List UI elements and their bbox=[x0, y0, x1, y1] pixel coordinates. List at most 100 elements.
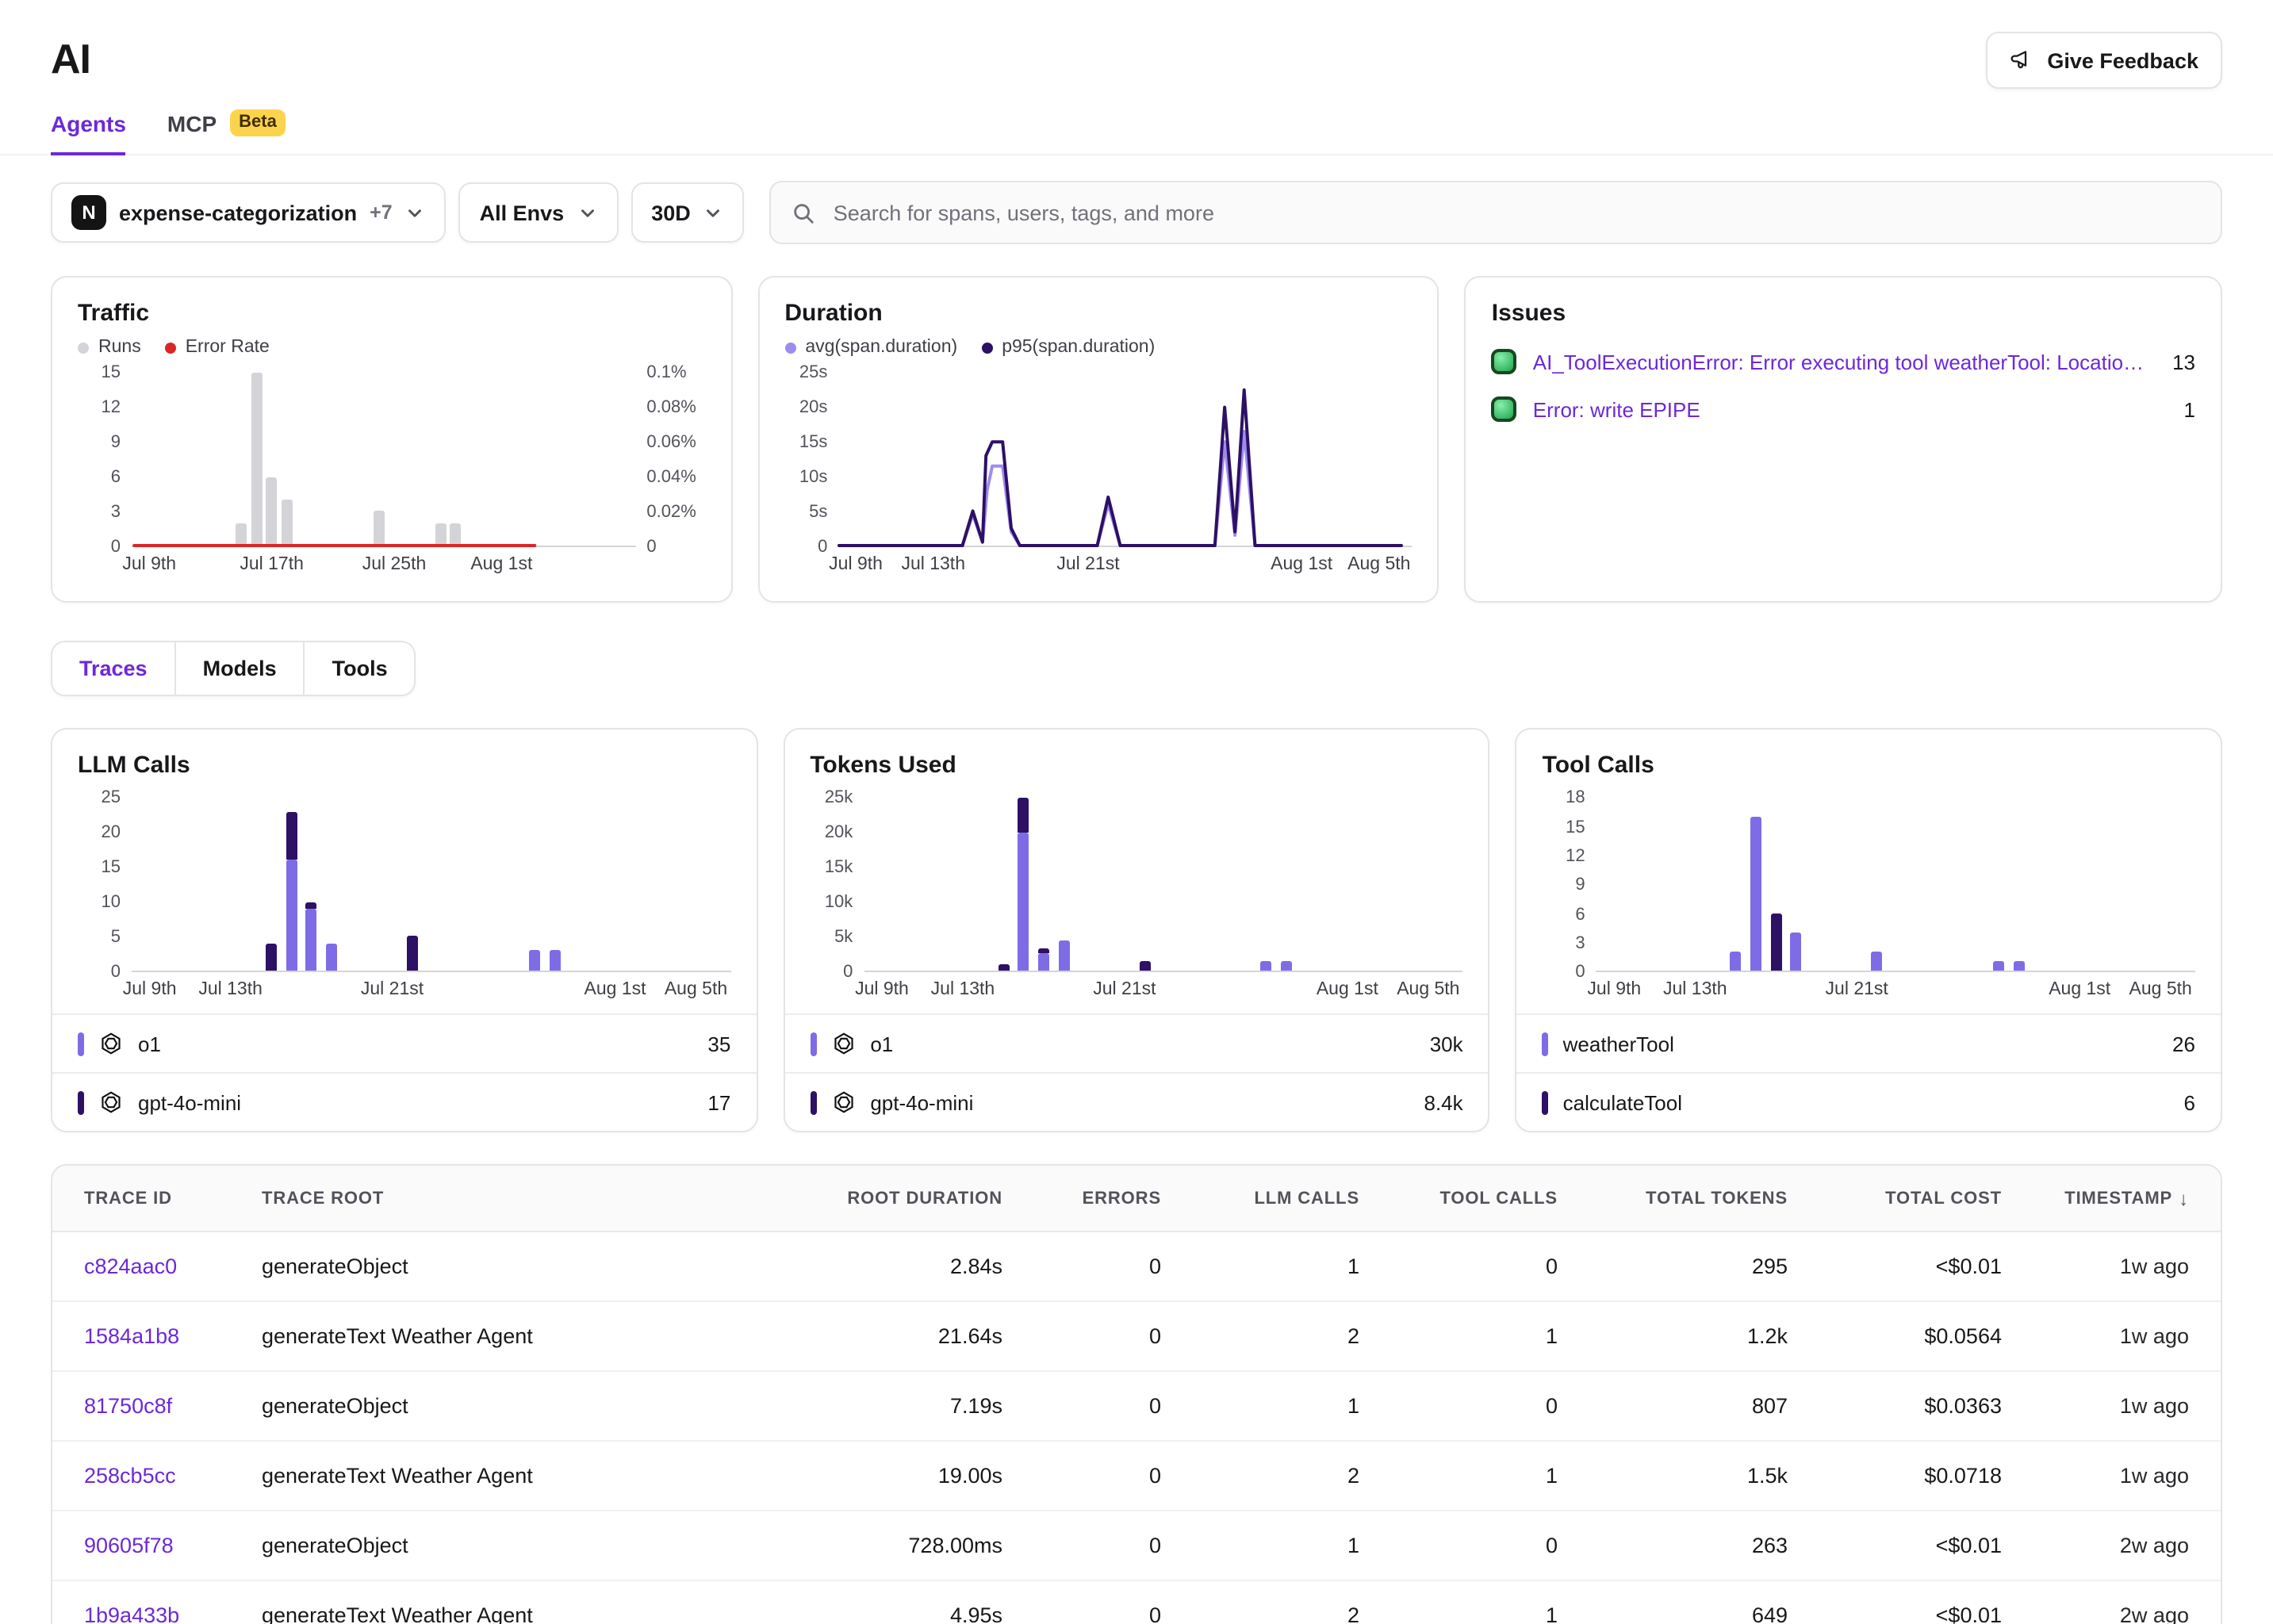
chart-bar bbox=[266, 944, 277, 971]
column-label: TIMESTAMP bbox=[2064, 1189, 2172, 1208]
chart-bar bbox=[2014, 961, 2025, 971]
traffic-card-title: Traffic bbox=[78, 300, 705, 327]
duration-card: Duration avg(span.duration)p95(span.dura… bbox=[757, 276, 1439, 603]
openai-icon bbox=[98, 1090, 124, 1115]
table-row[interactable]: c824aac0generateObject2.84s010295<$0.011… bbox=[52, 1232, 2221, 1302]
y-tick-label: 15 bbox=[1566, 818, 1585, 837]
cell-total_tokens: 807 bbox=[1589, 1394, 1819, 1418]
llm-calls-card: LLM Calls 2520151050Jul 9thJul 13thJul 2… bbox=[51, 728, 757, 1132]
issues-list: AI_ToolExecutionError: Error executing t… bbox=[1492, 349, 2195, 422]
tab-models[interactable]: Models bbox=[176, 642, 305, 695]
column-header-trace_root[interactable]: TRACE ROOT bbox=[230, 1189, 780, 1208]
legend-item[interactable]: gpt-4o-mini8.4k bbox=[784, 1072, 1488, 1131]
column-header-total_cost[interactable]: TOTAL COST bbox=[1819, 1189, 2033, 1208]
llm-calls-chart: 2520151050Jul 9thJul 13thJul 21stAug 1st… bbox=[78, 798, 730, 1004]
cell-trace_root: generateObject bbox=[230, 1254, 780, 1278]
give-feedback-button[interactable]: Give Feedback bbox=[1985, 32, 2222, 89]
cell-timestamp[interactable]: 1w ago bbox=[2033, 1324, 2221, 1348]
tokens-used-card: Tokens Used 25k20k15k10k5k0Jul 9thJul 13… bbox=[783, 728, 1489, 1132]
project-selector[interactable]: N expense-categorization +7 bbox=[51, 182, 447, 243]
cell-timestamp[interactable]: 2w ago bbox=[2033, 1534, 2221, 1557]
series-total: 35 bbox=[707, 1032, 730, 1055]
legend-item[interactable]: gpt-4o-mini17 bbox=[52, 1072, 756, 1131]
x-tick-label: Jul 9th bbox=[855, 980, 909, 999]
cell-timestamp[interactable]: 1w ago bbox=[2033, 1464, 2221, 1488]
tab-agents[interactable]: Agents bbox=[51, 111, 126, 155]
column-header-errors[interactable]: ERRORS bbox=[1034, 1189, 1193, 1208]
cell-trace_id[interactable]: 1b9a433b bbox=[52, 1603, 230, 1624]
cell-trace_id[interactable]: c824aac0 bbox=[52, 1254, 230, 1278]
issue-icon bbox=[1492, 396, 1517, 422]
column-header-trace_id[interactable]: TRACE ID bbox=[52, 1189, 230, 1208]
y-tick-label: 25 bbox=[102, 788, 121, 807]
search-bar[interactable] bbox=[770, 181, 2222, 244]
openai-icon bbox=[830, 1090, 856, 1115]
series-total: 30k bbox=[1430, 1032, 1463, 1055]
project-icon: N bbox=[71, 195, 106, 230]
cell-timestamp[interactable]: 1w ago bbox=[2033, 1394, 2221, 1418]
y-axis: 2520151050 bbox=[78, 798, 132, 972]
env-selector[interactable]: All Envs bbox=[459, 182, 619, 243]
project-name: expense-categorization bbox=[119, 201, 357, 224]
table-row[interactable]: 258cb5ccgenerateText Weather Agent19.00s… bbox=[52, 1442, 2221, 1511]
y-tick-label-right: 0.1% bbox=[646, 363, 686, 382]
cell-timestamp[interactable]: 1w ago bbox=[2033, 1254, 2221, 1278]
legend-item[interactable]: o135 bbox=[52, 1013, 756, 1072]
cell-timestamp[interactable]: 2w ago bbox=[2033, 1603, 2221, 1624]
table-row[interactable]: 81750c8fgenerateObject7.19s010807$0.0363… bbox=[52, 1372, 2221, 1442]
chart-plot-row: 25s20s15s10s5s0 bbox=[784, 373, 1412, 547]
beta-badge: Beta bbox=[229, 109, 286, 136]
table-row[interactable]: 90605f78generateObject728.00ms010263<$0.… bbox=[52, 1511, 2221, 1581]
y-tick-label: 20s bbox=[799, 398, 828, 417]
issue-link[interactable]: Error: write EPIPE bbox=[1533, 397, 2156, 421]
tab-traces[interactable]: Traces bbox=[52, 642, 176, 695]
chevron-down-icon bbox=[703, 202, 724, 223]
series-total: 6 bbox=[2184, 1090, 2195, 1114]
cell-trace_id[interactable]: 81750c8f bbox=[52, 1394, 230, 1418]
chart-line-p95(span.duration) bbox=[838, 373, 1412, 546]
x-tick-label: Jul 17th bbox=[240, 555, 304, 574]
chart-bar bbox=[1731, 952, 1742, 971]
x-tick-label: Jul 13th bbox=[198, 980, 263, 999]
search-input[interactable] bbox=[830, 199, 2200, 226]
tab-mcp[interactable]: MCP Beta bbox=[167, 109, 286, 155]
table-row[interactable]: 1b9a433bgenerateText Weather Agent4.95s0… bbox=[52, 1581, 2221, 1624]
issue-row[interactable]: Error: write EPIPE1 bbox=[1492, 396, 2195, 422]
cell-total_cost: <$0.01 bbox=[1819, 1534, 2033, 1557]
legend-item[interactable]: o130k bbox=[784, 1013, 1488, 1072]
detail-tabs-wrap: Traces Models Tools bbox=[51, 641, 2222, 696]
cell-total_cost: $0.0363 bbox=[1819, 1394, 2033, 1418]
issue-row[interactable]: AI_ToolExecutionError: Error executing t… bbox=[1492, 349, 2195, 374]
legend-item[interactable]: calculateTool6 bbox=[1517, 1072, 2221, 1131]
cell-trace_id[interactable]: 1584a1b8 bbox=[52, 1324, 230, 1348]
column-header-root_duration[interactable]: ROOT DURATION bbox=[780, 1189, 1034, 1208]
y-tick-label: 20 bbox=[102, 823, 121, 842]
metric-cards: LLM Calls 2520151050Jul 9thJul 13thJul 2… bbox=[51, 728, 2222, 1132]
tab-mcp-label: MCP bbox=[167, 110, 217, 136]
chart-bar bbox=[306, 902, 317, 909]
y-tick-label: 5 bbox=[111, 928, 121, 947]
y-tick-label: 25s bbox=[799, 363, 828, 382]
column-header-tool_calls[interactable]: TOOL CALLS bbox=[1391, 1189, 1589, 1208]
cell-trace_id[interactable]: 90605f78 bbox=[52, 1534, 230, 1557]
legend-label: Runs bbox=[98, 338, 141, 357]
x-axis-labels: Jul 9thJul 13thJul 21stAug 1stAug 5th bbox=[1596, 980, 2195, 1004]
issue-link[interactable]: AI_ToolExecutionError: Error executing t… bbox=[1533, 350, 2144, 373]
x-tick-label: Aug 5th bbox=[2129, 980, 2192, 999]
y-tick-label-right: 0 bbox=[646, 538, 656, 557]
chart-bar bbox=[1770, 914, 1781, 971]
cell-root_duration: 2.84s bbox=[780, 1254, 1034, 1278]
column-header-llm_calls[interactable]: LLM CALLS bbox=[1193, 1189, 1391, 1208]
column-header-timestamp[interactable]: TIMESTAMP↓ bbox=[2033, 1187, 2221, 1209]
table-row[interactable]: 1584a1b8generateText Weather Agent21.64s… bbox=[52, 1302, 2221, 1372]
chart-bar bbox=[998, 964, 1009, 971]
column-label: TOOL CALLS bbox=[1439, 1189, 1558, 1208]
legend-item[interactable]: weatherTool26 bbox=[1517, 1013, 2221, 1072]
duration-chart: 25s20s15s10s5s0Jul 9thJul 13thJul 21stAu… bbox=[784, 373, 1412, 579]
cell-tool_calls: 1 bbox=[1391, 1464, 1589, 1488]
y-tick-label: 3 bbox=[111, 503, 121, 522]
column-header-total_tokens[interactable]: TOTAL TOKENS bbox=[1589, 1189, 1819, 1208]
time-range-selector[interactable]: 30D bbox=[631, 182, 745, 243]
cell-trace_id[interactable]: 258cb5cc bbox=[52, 1464, 230, 1488]
tab-tools[interactable]: Tools bbox=[305, 642, 415, 695]
